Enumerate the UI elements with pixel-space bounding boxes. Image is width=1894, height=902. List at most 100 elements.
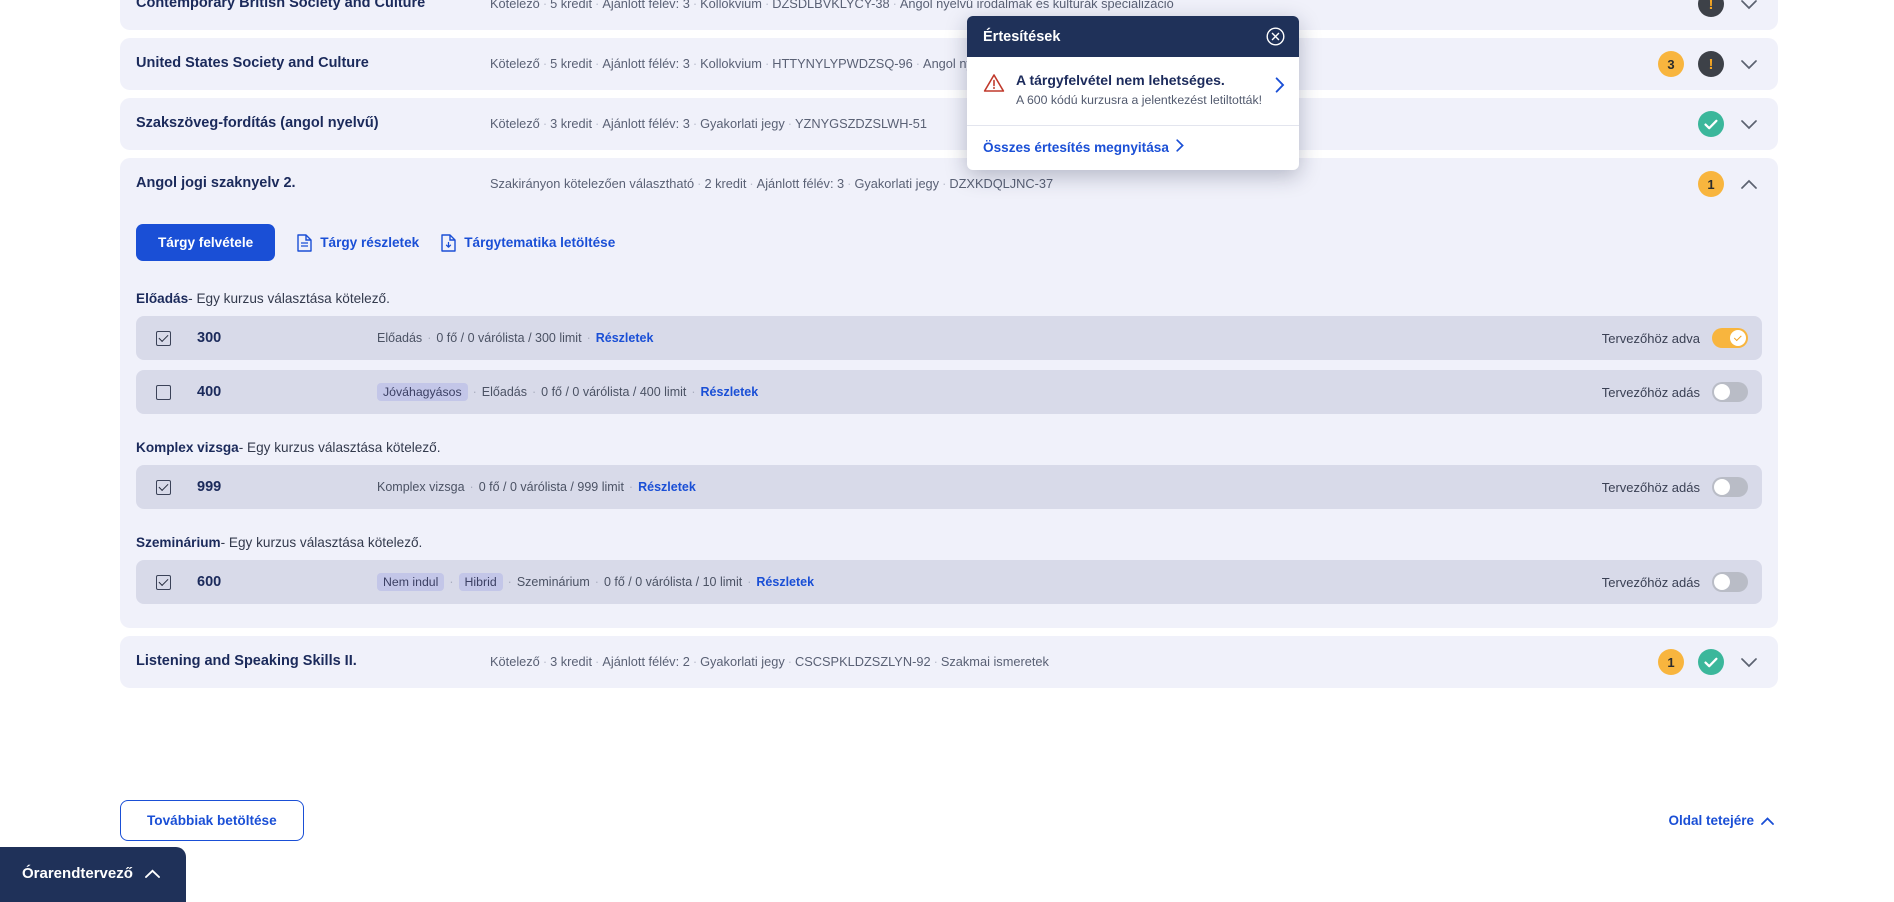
chevron-up-icon[interactable] (1738, 173, 1760, 195)
course-details-link[interactable]: Részletek (596, 331, 654, 345)
planner-toggle-label: Tervezőhöz adás (1601, 384, 1700, 400)
subject-details-label: Tárgy részletek (320, 235, 420, 250)
course-code: 999 (197, 479, 222, 495)
enroll-subject-button[interactable]: Tárgy felvétele (136, 224, 276, 261)
toggle-knob (1714, 384, 1730, 400)
separator-dot: · (692, 0, 698, 12)
subject-card: Listening and Speaking Skills II. Kötelez… (120, 636, 1778, 688)
subject-row[interactable]: United States Society and Culture Kötelez… (120, 38, 1778, 90)
notifications-popover: Értesítések A tárgyfelvétel nem lehetség… (967, 16, 1299, 171)
timetable-planner-dock[interactable]: Órarendtervező (0, 847, 186, 902)
planner-toggle[interactable] (1712, 382, 1748, 402)
separator-dot: · (469, 480, 474, 494)
separator-dot: · (427, 331, 432, 345)
separator-dot: · (586, 331, 591, 345)
download-syllabus-label: Tárgytematika letöltése (464, 235, 616, 250)
course-details-link[interactable]: Részletek (701, 385, 759, 399)
page-root: Contemporary British Society and Culture… (0, 0, 1894, 902)
notification-subtitle: A 600 kódú kurzusra a jelentkezést letil… (1016, 93, 1263, 108)
metadata-item: YZNYGSZDZSLWH-51 (794, 116, 927, 132)
separator-dot: · (542, 116, 548, 132)
course-checkbox[interactable] (156, 574, 171, 590)
metadata-item: 5 kredit (550, 0, 593, 12)
course-metadata-item: Előadás (481, 385, 527, 399)
course-row[interactable]: 400 Jóváhagyásos · Előadás · 0 fő / 0 várólis… (136, 370, 1762, 414)
course-details-link[interactable]: Részletek (638, 480, 696, 494)
course-group-rule: - Egy kurzus választása kötelező. (188, 291, 390, 306)
subject-row-status: 3! (1578, 51, 1778, 77)
subject-card: Szakszöveg-fordítás (angol nyelvű) Kötele… (120, 98, 1778, 150)
metadata-item: DZXKDQLJNC-37 (949, 176, 1054, 192)
course-row[interactable]: 600 Nem indul · Hibrid · Szeminárium · 0 fő / 0… (136, 560, 1762, 604)
separator-dot: · (747, 575, 752, 589)
course-checkbox[interactable] (156, 479, 171, 495)
separator-dot: · (749, 176, 754, 192)
chevron-down-icon[interactable] (1738, 53, 1760, 75)
course-group-name: Szeminárium (136, 535, 221, 550)
subject-title: Listening and Speaking Skills II. (136, 653, 357, 670)
metadata-text: Kötelező · 3 kredit · Ajánlott félév: 2 · Gyak… (490, 652, 1578, 672)
metadata-text: Kötelező · 5 kredit · Ajánlott félév: 3 · Koll… (490, 0, 1578, 14)
course-tag: Hibrid (458, 573, 503, 591)
subject-details-link[interactable]: Tárgy részletek (297, 233, 420, 252)
close-icon[interactable] (1266, 27, 1285, 46)
course-metadata-item: Szeminárium (516, 575, 590, 589)
notification-item[interactable]: A tárgyfelvétel nem lehetséges. A 600 kód… (967, 57, 1299, 127)
separator-dot: · (847, 176, 852, 192)
separator-dot: · (691, 385, 696, 399)
notification-title: A tárgyfelvétel nem lehetséges. (1016, 72, 1225, 88)
document-icon (297, 233, 312, 252)
metadata-item: Ajánlott félév: 3 (602, 56, 690, 72)
course-row[interactable]: 999 Komplex vizsga · 0 fő / 0 várólista / 9… (136, 465, 1762, 509)
metadata-item: Kötelező (490, 654, 540, 670)
planner-toggle-label: Tervezőhöz adva (1601, 330, 1700, 346)
separator-dot: · (542, 654, 548, 670)
metadata-item: Ajánlott félév: 3 (602, 116, 690, 132)
course-code: 400 (197, 384, 222, 400)
back-to-top-link[interactable]: Oldal tetejére (1668, 813, 1778, 828)
planner-toggle[interactable] (1712, 477, 1748, 497)
download-syllabus-link[interactable]: Tárgytematika letöltése (441, 233, 616, 252)
separator-dot: · (764, 56, 770, 72)
timetable-planner-label: Órarendtervező (22, 865, 133, 882)
course-checkbox[interactable] (156, 330, 171, 346)
subject-row[interactable]: Angol jogi szaknyelv 2. Szakirányon kötel… (120, 158, 1778, 210)
planner-toggle-label: Tervezőhöz adás (1601, 479, 1700, 495)
open-all-notifications-link[interactable]: Összes értesítés megnyitása (967, 126, 1299, 170)
separator-dot: · (542, 0, 548, 12)
metadata-item: DZSDLBVKLYCY-38 (772, 0, 890, 12)
chevron-down-icon[interactable] (1738, 113, 1760, 135)
load-more-button[interactable]: Továbbiak betöltése (120, 800, 304, 841)
metadata-item: Kötelező (490, 0, 540, 12)
subject-row-status (1578, 111, 1778, 137)
subject-row[interactable]: Szakszöveg-fordítás (angol nyelvű) Kötele… (120, 98, 1778, 150)
count-badge: 1 (1658, 649, 1684, 675)
metadata-item: Ajánlott félév: 3 (756, 176, 845, 192)
course-planner-toggle-group: Tervezőhöz adva (1602, 328, 1748, 348)
course-details-link[interactable]: Részletek (756, 575, 814, 589)
subject-row[interactable]: Listening and Speaking Skills II. Kötelez… (120, 636, 1778, 688)
chevron-right-icon (1275, 71, 1285, 93)
course-planner-toggle-group: Tervezőhöz adás (1602, 477, 1748, 497)
metadata-item: 3 kredit (550, 116, 593, 132)
subject-list: Contemporary British Society and Culture… (120, 0, 1778, 696)
separator-dot: · (692, 116, 698, 132)
subject-row[interactable]: Contemporary British Society and Culture… (120, 0, 1778, 30)
planner-toggle[interactable] (1712, 328, 1748, 348)
planner-toggle[interactable] (1712, 572, 1748, 592)
toggle-knob (1730, 330, 1746, 346)
warning-badge: ! (1698, 0, 1724, 17)
separator-dot: · (594, 575, 599, 589)
chevron-up-icon (1761, 813, 1774, 828)
subject-title: Angol jogi szaknyelv 2. (136, 175, 296, 192)
metadata-item: Kötelező (490, 56, 540, 72)
chevron-down-icon[interactable] (1738, 0, 1760, 15)
chevron-up-icon (144, 865, 160, 882)
success-badge (1698, 649, 1724, 675)
subject-card-inner: Contemporary British Society and Culture… (120, 0, 1778, 30)
chevron-down-icon[interactable] (1738, 651, 1760, 673)
warning-badge: ! (1698, 51, 1724, 77)
subject-card: United States Society and Culture Kötelez… (120, 38, 1778, 90)
course-checkbox[interactable] (156, 384, 171, 400)
course-row[interactable]: 300 Előadás · 0 fő / 0 várólista / 300 limi… (136, 316, 1762, 360)
